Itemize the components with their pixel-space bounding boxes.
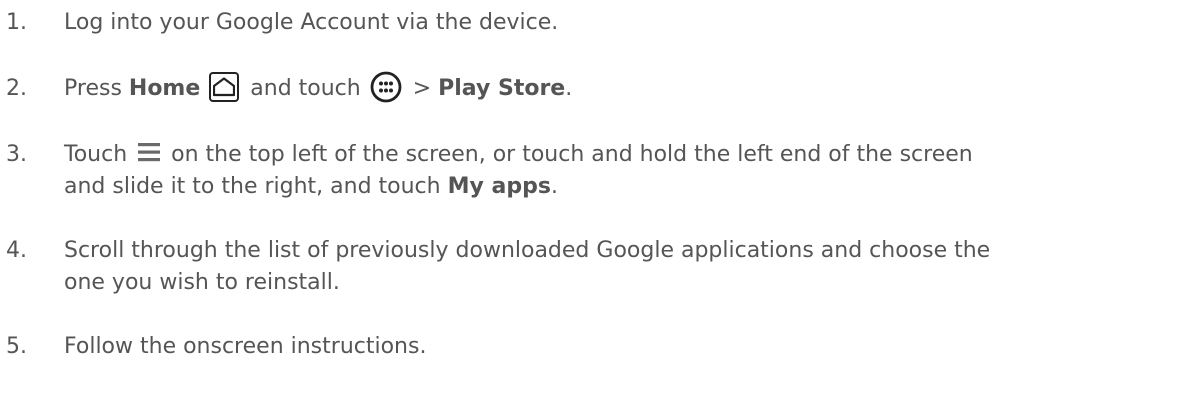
menu-icon bbox=[138, 141, 161, 163]
step-line: Scroll through the list of previously do… bbox=[64, 238, 991, 263]
step-number: 1. bbox=[6, 10, 27, 35]
step-line: Touch on the top left of the screen, or … bbox=[64, 139, 1182, 171]
step-text: Log into your Google Account via the dev… bbox=[64, 7, 1182, 39]
step-text: Touch on the top left of the screen, or … bbox=[64, 139, 1182, 203]
step-line: and slide it to the right, and touch My … bbox=[64, 171, 1182, 203]
step-text-end: . bbox=[550, 174, 558, 199]
my-apps-label: My apps bbox=[447, 174, 551, 199]
step-number: 2. bbox=[6, 76, 27, 101]
step-line: Follow the onscreen instructions. bbox=[64, 334, 427, 359]
step-text: Follow the onscreen instructions. bbox=[64, 331, 1182, 363]
step-number: 3. bbox=[6, 142, 27, 167]
instruction-steps: 1. Log into your Google Account via the … bbox=[0, 0, 1187, 400]
apps-icon bbox=[370, 71, 402, 103]
step-text-line2: and slide it to the right, and touch bbox=[64, 174, 448, 199]
step-line: Press Home and touch > Play Store. bbox=[64, 71, 1182, 105]
step-line: Log into your Google Account via the dev… bbox=[64, 10, 559, 35]
step-text-end: . bbox=[565, 76, 573, 101]
play-store-label: Play Store bbox=[438, 76, 566, 101]
step-text: Press Home and touch > Play Store. bbox=[64, 71, 1182, 105]
step-text-pre: Touch bbox=[64, 142, 135, 167]
step-number: 5. bbox=[6, 334, 27, 359]
step-text: Scroll through the list of previously do… bbox=[64, 235, 1182, 299]
step-text-pre: Press bbox=[64, 76, 129, 101]
step-text-mid: and touch bbox=[243, 76, 368, 101]
step-separator: > bbox=[405, 76, 439, 101]
step-number: 4. bbox=[6, 238, 27, 263]
home-label: Home bbox=[128, 76, 201, 101]
step-text-rest: on the top left of the screen, or touch … bbox=[164, 142, 973, 167]
home-icon bbox=[209, 72, 240, 102]
step-line: one you wish to reinstall. bbox=[64, 270, 340, 295]
